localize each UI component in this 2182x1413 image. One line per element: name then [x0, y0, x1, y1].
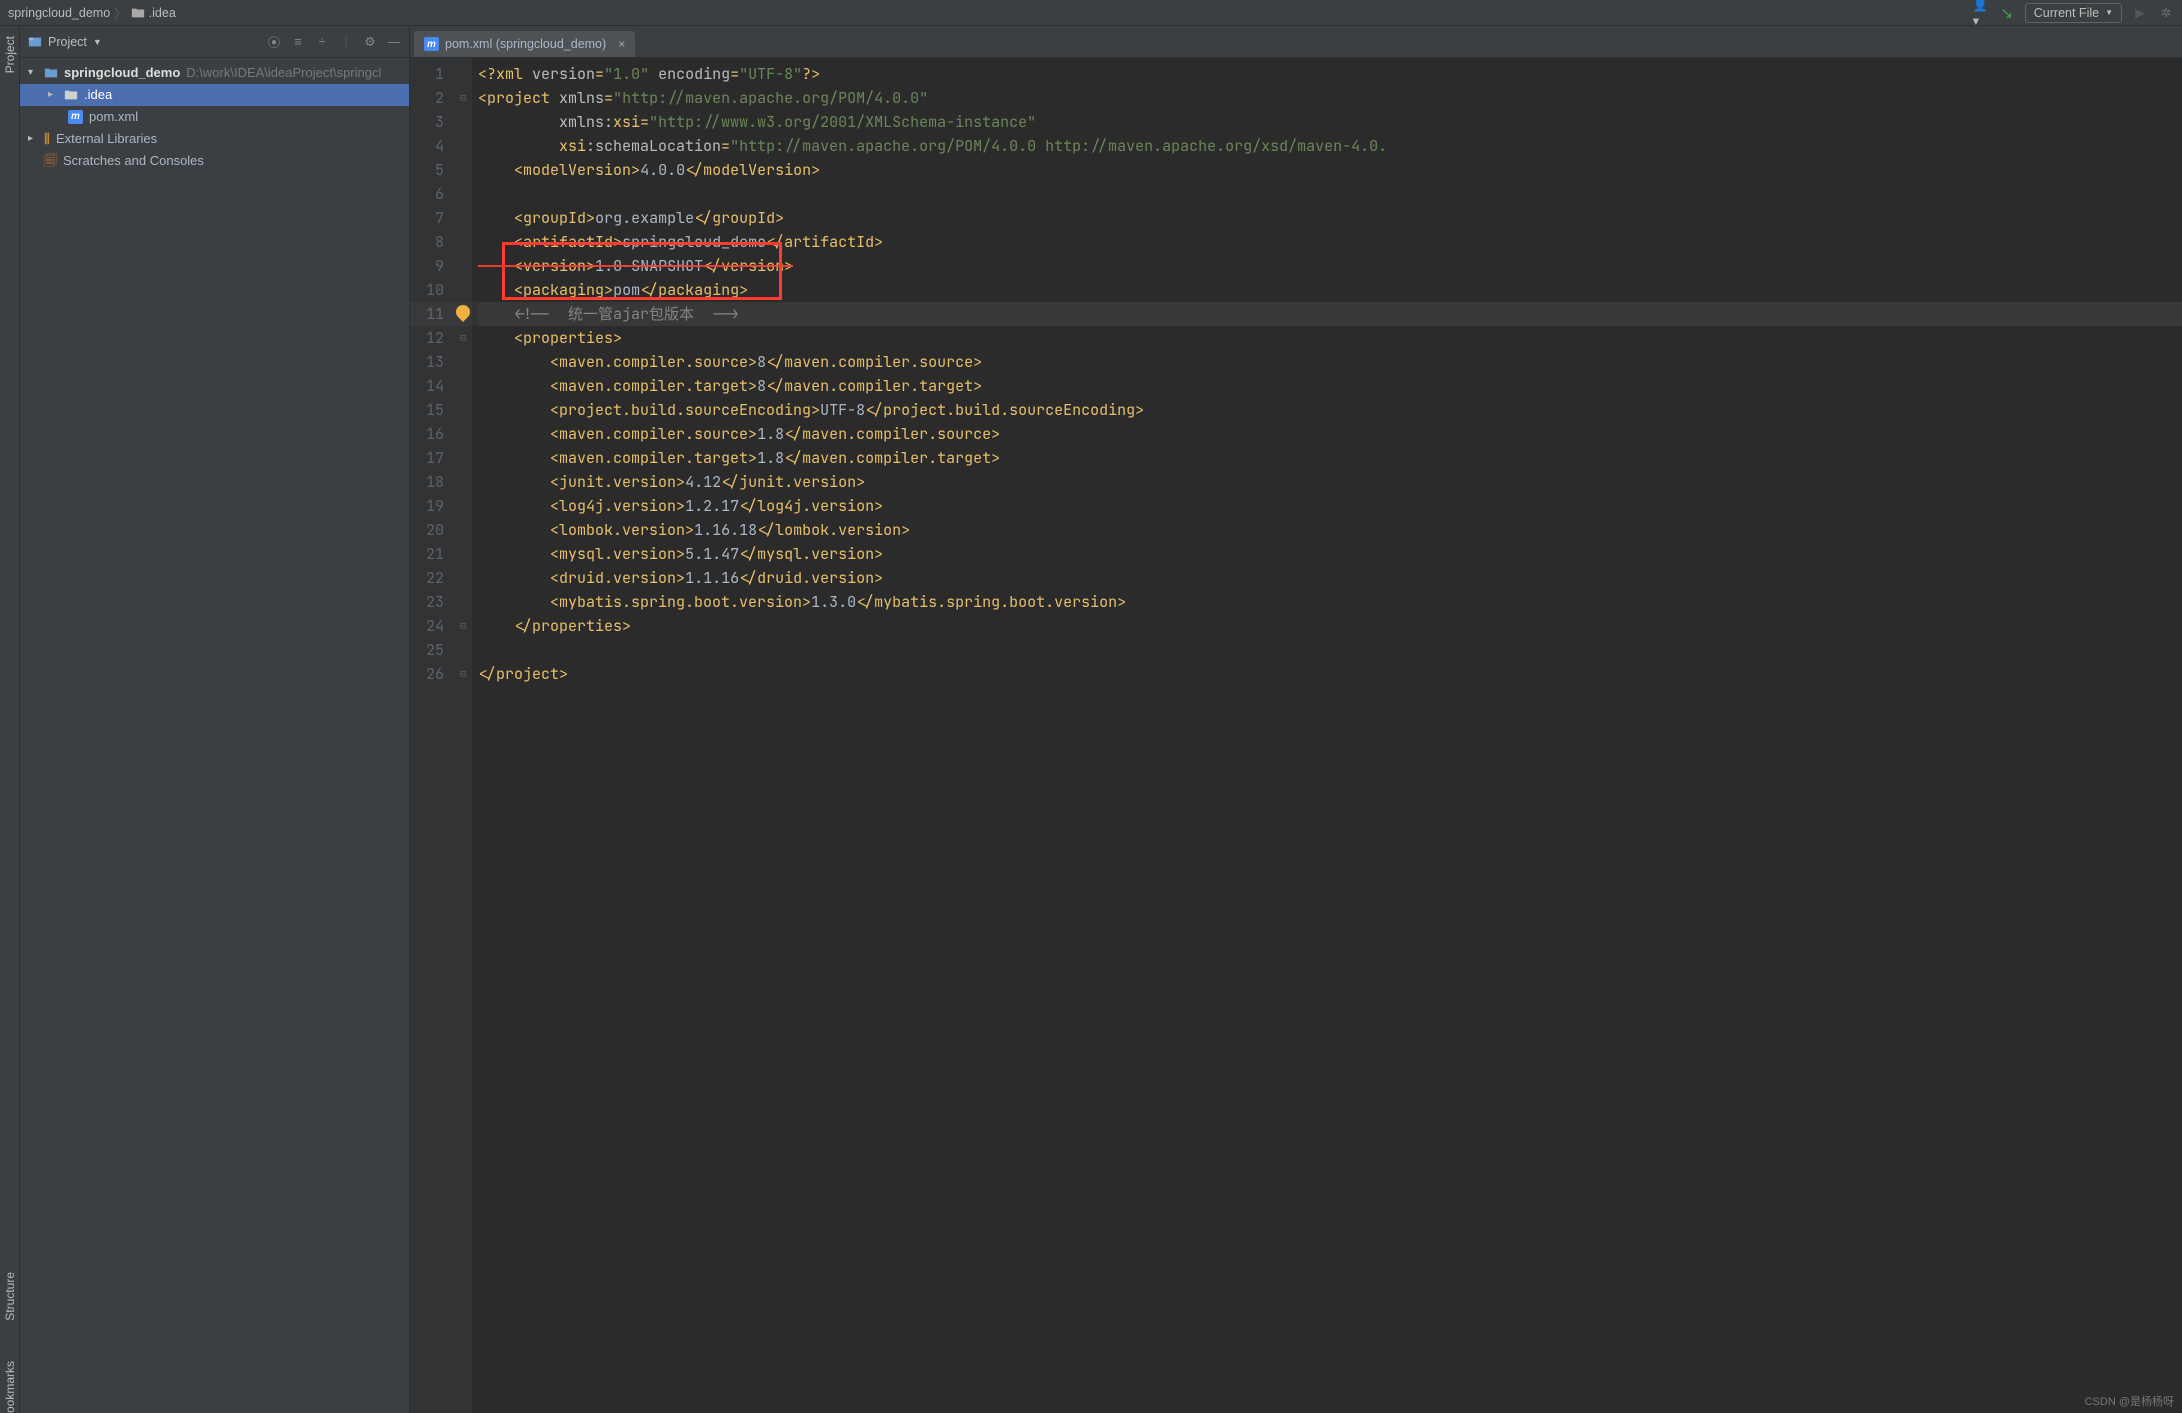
left-vertical-bar: Project Structure ookmarks [0, 26, 20, 1413]
code-line[interactable]: <project.build.sourceEncoding>UTF-8</pro… [478, 398, 2182, 422]
chevron-down-icon: ▼ [2105, 8, 2113, 17]
breadcrumb[interactable]: springcloud_demo 〉 .idea [8, 3, 176, 22]
code-line[interactable]: <maven.compiler.target>1.8</maven.compil… [478, 446, 2182, 470]
tree-scratches[interactable]: ▸ 🗐 Scratches and Consoles [20, 150, 409, 172]
folder-icon [64, 88, 78, 102]
code-area[interactable]: <?xml version="1.0" encoding="UTF-8"?><p… [472, 58, 2182, 1413]
expand-all-icon[interactable]: ≡ [291, 35, 305, 49]
breadcrumb-sep: 〉 [114, 3, 127, 22]
select-open-file-icon[interactable]: ⦿ [267, 35, 281, 49]
maven-file-icon: m [68, 110, 83, 124]
run-config-label: Current File [2034, 6, 2099, 20]
code-line[interactable]: <groupId>org.example</groupId> [478, 206, 2182, 230]
code-line[interactable] [478, 638, 2182, 662]
code-line[interactable]: <junit.version>4.12</junit.version> [478, 470, 2182, 494]
code-line[interactable]: <maven.compiler.source>8</maven.compiler… [478, 350, 2182, 374]
tree-external-libraries[interactable]: ▸ ⫼ External Libraries [20, 128, 409, 150]
code-line[interactable]: <mybatis.spring.boot.version>1.3.0</myba… [478, 590, 2182, 614]
code-line[interactable]: </properties> [478, 614, 2182, 638]
code-line[interactable]: <version>1.0-SNAPSHOT</version> [478, 254, 2182, 278]
project-icon [28, 35, 42, 49]
topbar-right: 👤▾ ↘ Current File ▼ ▶ ✲ [1973, 3, 2174, 23]
code-line[interactable]: <packaging>pom</packaging> [478, 278, 2182, 302]
code-line[interactable]: </project> [478, 662, 2182, 686]
chevron-down-icon: ▾ [28, 62, 38, 84]
code-line[interactable]: <lombok.version>1.16.18</lombok.version> [478, 518, 2182, 542]
run-icon[interactable]: ▶ [2132, 5, 2148, 21]
code-line[interactable]: <!-- 统一管ajar包版本 --> [478, 302, 2182, 326]
scratches-icon: 🗐 [44, 150, 57, 172]
vbar-project[interactable]: Project [3, 36, 17, 73]
run-config-dropdown[interactable]: Current File ▼ [2025, 3, 2122, 23]
close-icon[interactable]: × [618, 37, 625, 51]
gear-icon[interactable]: ✲ [2158, 5, 2174, 21]
chevron-down-icon: ▼ [93, 37, 102, 47]
gear-icon[interactable]: ⚙ [363, 35, 377, 49]
code-line[interactable]: <modelVersion>4.0.0</modelVersion> [478, 158, 2182, 182]
vbar-bookmarks[interactable]: ookmarks [3, 1361, 17, 1413]
code-line[interactable]: <maven.compiler.source>1.8</maven.compil… [478, 422, 2182, 446]
editor-tabs: m pom.xml (springcloud_demo) × [410, 26, 2182, 58]
code-line[interactable]: <maven.compiler.target>8</maven.compiler… [478, 374, 2182, 398]
maven-file-icon: m [424, 37, 439, 51]
tree-pom-file[interactable]: m pom.xml [20, 106, 409, 128]
vbar-structure[interactable]: Structure [3, 1272, 17, 1321]
project-panel-tools: ⦿ ≡ ÷ | ⚙ — [267, 35, 401, 49]
folder-icon [131, 6, 145, 20]
libraries-icon: ⫼ [44, 128, 50, 150]
code-line[interactable]: <mysql.version>5.1.47</mysql.version> [478, 542, 2182, 566]
breadcrumb-item[interactable]: .idea [149, 6, 176, 20]
code-line[interactable]: <artifactId>springcloud_demo</artifactId… [478, 230, 2182, 254]
watermark: CSDN @是杨杨呀 [2085, 1393, 2174, 1409]
project-tree[interactable]: ▾ springcloud_demo D:\work\IDEA\ideaProj… [20, 58, 409, 1413]
tree-idea-folder[interactable]: ▸ .idea [20, 84, 409, 106]
project-panel-title[interactable]: Project ▼ [28, 35, 102, 49]
code-line[interactable]: <properties> [478, 326, 2182, 350]
line-gutter: 1234567891011121314151617181920212223242… [410, 58, 454, 1413]
collapse-all-icon[interactable]: ÷ [315, 35, 329, 49]
code-line[interactable] [478, 182, 2182, 206]
code-line[interactable]: <log4j.version>1.2.17</log4j.version> [478, 494, 2182, 518]
code-line[interactable]: xsi:schemaLocation="http://maven.apache.… [478, 134, 2182, 158]
topbar: springcloud_demo 〉 .idea 👤▾ ↘ Current Fi… [0, 0, 2182, 26]
editor-tab-pom[interactable]: m pom.xml (springcloud_demo) × [414, 31, 635, 57]
user-icon[interactable]: 👤▾ [1973, 5, 1989, 21]
code-line[interactable]: <?xml version="1.0" encoding="UTF-8"?> [478, 62, 2182, 86]
module-icon [44, 66, 58, 80]
hide-icon[interactable]: — [387, 35, 401, 49]
editor-body[interactable]: 1234567891011121314151617181920212223242… [410, 58, 2182, 1413]
fold-column[interactable]: ⊟⊟⊟⊟ [454, 58, 472, 1413]
editor-pane: m pom.xml (springcloud_demo) × 123456789… [410, 26, 2182, 1413]
chevron-right-icon: ▸ [28, 128, 38, 150]
project-panel-header: Project ▼ ⦿ ≡ ÷ | ⚙ — [20, 26, 409, 58]
tree-root[interactable]: ▾ springcloud_demo D:\work\IDEA\ideaProj… [20, 62, 409, 84]
project-panel: Project ▼ ⦿ ≡ ÷ | ⚙ — ▾ springcloud_demo [20, 26, 410, 1413]
code-line[interactable]: xmlns:xsi="http://www.w3.org/2001/XMLSch… [478, 110, 2182, 134]
chevron-right-icon: ▸ [48, 84, 58, 106]
code-line[interactable]: <project xmlns="http://maven.apache.org/… [478, 86, 2182, 110]
code-line[interactable]: <druid.version>1.1.16</druid.version> [478, 566, 2182, 590]
breadcrumb-root[interactable]: springcloud_demo [8, 6, 110, 20]
build-icon[interactable]: ↘ [1999, 5, 2015, 21]
